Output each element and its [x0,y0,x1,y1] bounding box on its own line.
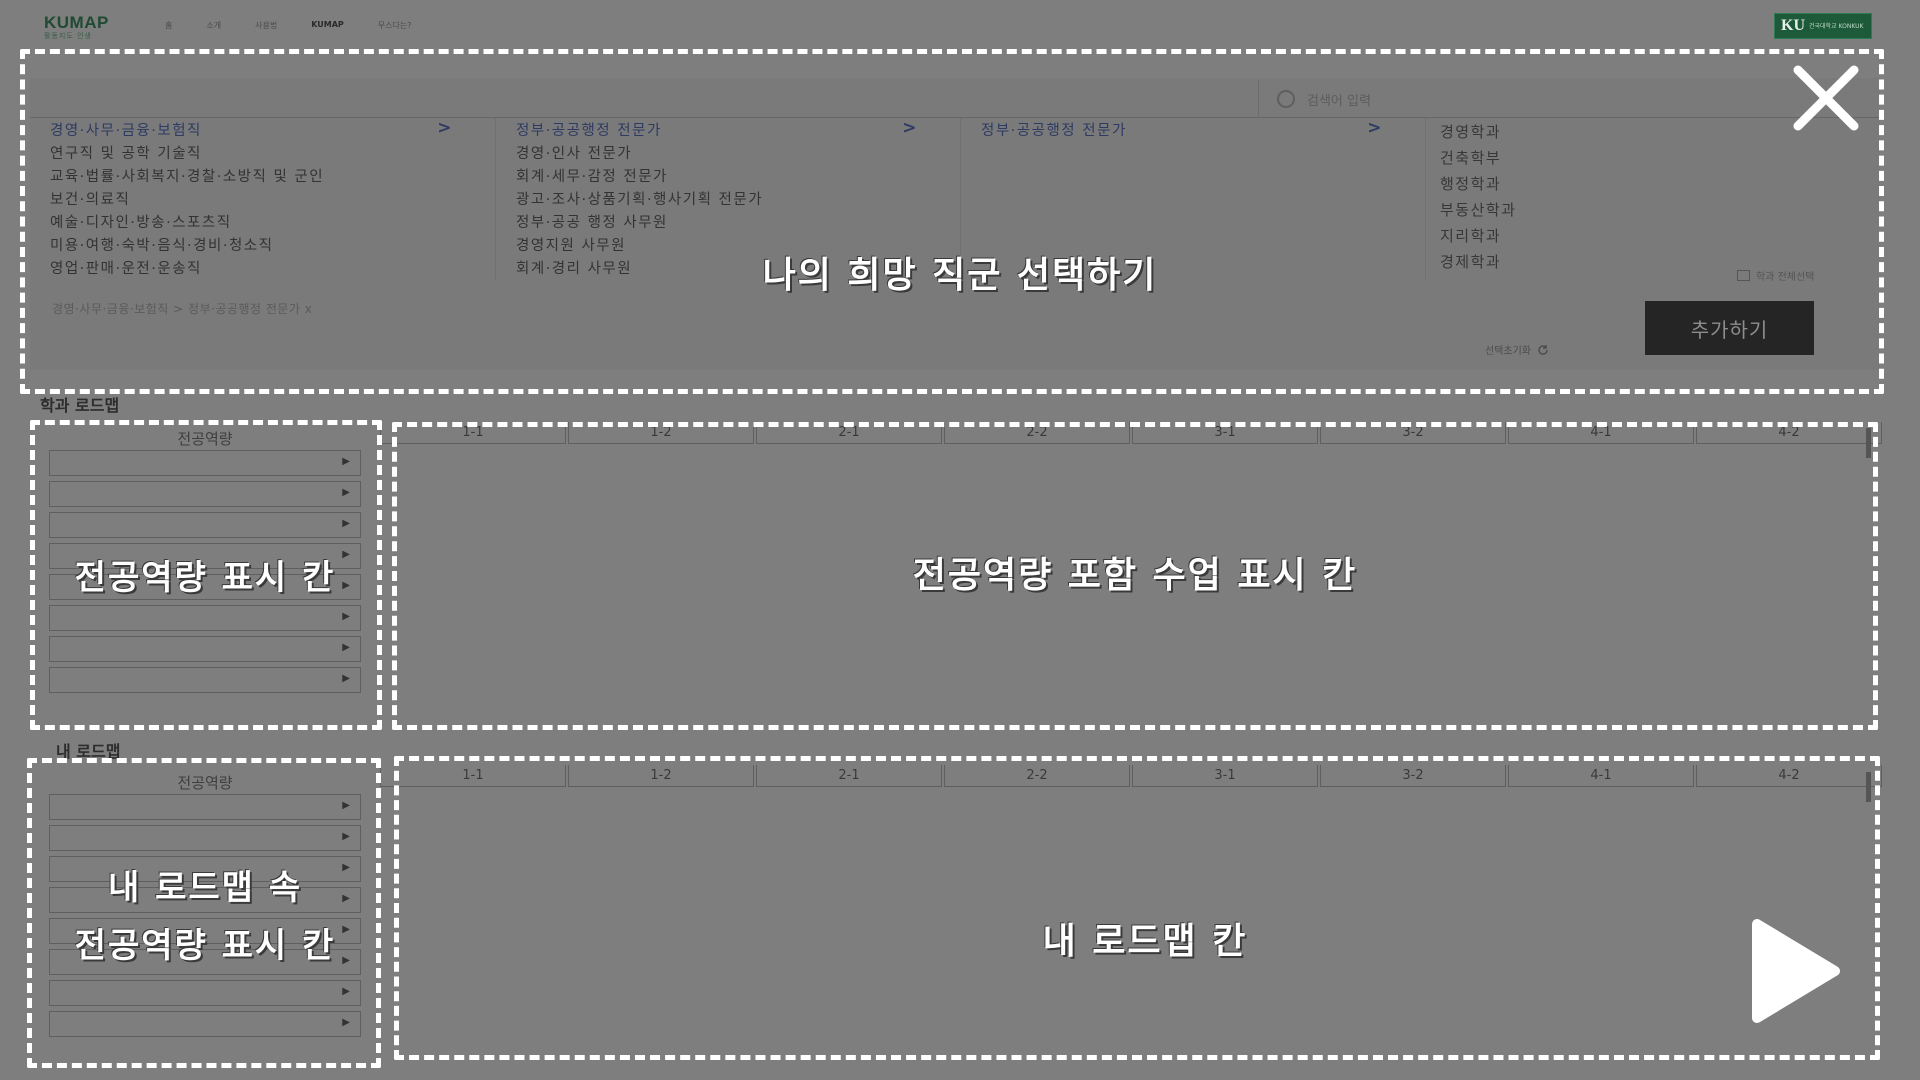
logo-subtext: 활동지도 인생 [44,32,92,40]
nav-item-about[interactable]: 소개 [206,20,221,31]
nav-item-home[interactable]: 홈 [165,20,172,31]
nav-item-kumap[interactable]: KUMAP [311,20,344,31]
my-competency-caption-2: 전공역량 표시 칸 [74,926,336,966]
my-roadmap-caption: 내 로드맵 칸 [1042,921,1248,962]
nav-item-faq[interactable]: 무스다는? [378,20,412,31]
job-selection-region [20,49,1884,394]
kumap-logo[interactable]: KUMAP 활동지도 인생 [44,14,134,41]
dept-roadmap-title: 학과 로드맵 [40,396,120,415]
badge-main: KU [1781,17,1805,34]
logo-text: KUMAP [44,13,109,32]
select-job-caption: 나의 희망 직군 선택하기 [762,255,1158,296]
badge-sub: 건국대학교 KONKUK [1809,22,1864,30]
my-competency-caption-1: 내 로드맵 속 [107,868,303,908]
top-nav: 홈 소개 사용법 KUMAP 무스다는? [165,20,411,31]
play-icon[interactable] [1745,918,1841,1024]
university-badge[interactable]: KU 건국대학교 KONKUK [1774,13,1872,39]
course-caption: 전공역량 포함 수업 표시 칸 [912,555,1358,596]
competency-caption: 전공역량 표시 칸 [74,558,336,598]
close-icon[interactable] [1790,62,1862,134]
nav-item-howto[interactable]: 사용법 [255,20,277,31]
my-roadmap-region [394,756,1880,1060]
my-competency-region [27,758,381,1068]
